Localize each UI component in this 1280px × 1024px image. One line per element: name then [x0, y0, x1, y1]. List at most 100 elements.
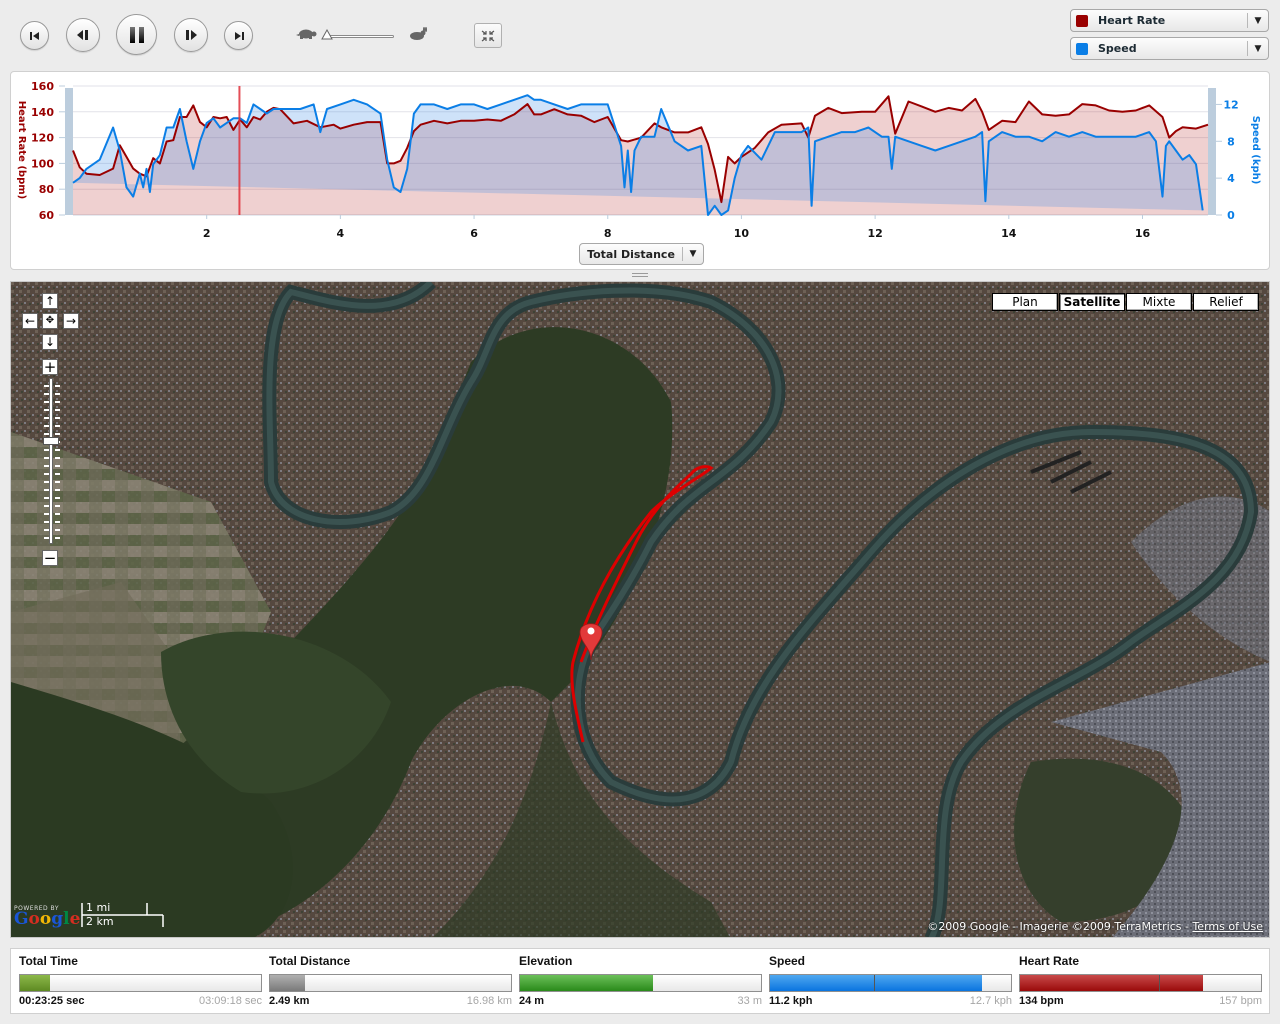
stat-total-distance: Total Distance 2.49 km 16.98 km — [269, 949, 512, 1015]
playback-speed-slider[interactable] — [296, 26, 436, 46]
heart-rate-swatch — [1076, 14, 1088, 27]
zoom-slider-rail[interactable] — [44, 378, 60, 544]
stat-progress-fill — [270, 975, 306, 991]
zoom-slider-thumb[interactable] — [43, 437, 59, 445]
collapse-icon — [481, 30, 495, 41]
y-left-tick-label: 140 — [31, 106, 54, 119]
google-letter: e — [69, 909, 81, 929]
zoom-tick — [44, 481, 60, 483]
pan-down-button[interactable]: ↓ — [42, 334, 58, 350]
google-logo[interactable]: POWERED BY Google — [14, 905, 81, 929]
zoom-tick — [44, 449, 60, 451]
stat-progress-bar[interactable] — [769, 974, 1012, 992]
speed-thumb[interactable] — [321, 29, 333, 40]
x-axis-select[interactable]: Total Distance ▼ — [579, 243, 704, 265]
x-tick-label: 4 — [337, 227, 345, 240]
zoom-tick — [44, 457, 60, 459]
zoom-tick — [44, 409, 60, 411]
zoom-tick — [44, 465, 60, 467]
x-tick-label: 16 — [1135, 227, 1151, 240]
x-tick-label: 12 — [867, 227, 882, 240]
stat-title: Total Time — [19, 954, 78, 968]
stat-progress-bar[interactable] — [1019, 974, 1262, 992]
heart-rate-speed-chart[interactable]: 60 80 100 120 140 160 0 4 8 12 Heart Rate (bpm) Spe… — [11, 72, 1271, 242]
stat-progress-fill — [1020, 975, 1204, 991]
x-tick-label: 6 — [470, 227, 478, 240]
pan-right-button[interactable]: → — [63, 313, 79, 329]
y-left-tick-label: 100 — [31, 157, 54, 170]
zoom-tick — [44, 433, 60, 435]
zoom-tick — [44, 537, 60, 539]
scale-km: 2 km — [86, 915, 114, 928]
stat-speed: Speed 11.2 kph 12.7 kph — [769, 949, 1012, 1015]
stat-progress-bar[interactable] — [269, 974, 512, 992]
google-letter: o — [39, 909, 52, 929]
google-letter: g — [51, 909, 64, 929]
zoom-tick — [44, 417, 60, 419]
zoom-tick — [44, 505, 60, 507]
zoom-tick — [44, 385, 60, 387]
pause-button[interactable] — [116, 14, 157, 55]
attribution-text: ©2009 Google - Imagerie ©2009 TerraMetri… — [927, 920, 1193, 933]
zoom-tick — [44, 393, 60, 395]
map-type-satellite[interactable]: Satellite — [1059, 293, 1125, 311]
step-forward-icon — [186, 30, 197, 40]
playback-toolbar: Heart Rate ▼ Speed ▼ — [0, 0, 1280, 70]
stat-current-value: 134 bpm — [1019, 995, 1064, 1007]
secondary-series-label: Speed — [1098, 42, 1137, 55]
stat-max-value: 33 m — [737, 995, 762, 1007]
google-letter: o — [28, 909, 40, 929]
zoom-tick — [44, 497, 60, 499]
y-right-axis-title: Speed (kph) — [1250, 116, 1261, 185]
x-tick-label: 2 — [203, 227, 211, 240]
stat-progress-bar[interactable] — [19, 974, 262, 992]
map-scale: 1 mi 2 km — [81, 901, 167, 928]
x-tick-label: 10 — [734, 227, 750, 240]
terms-of-use-link[interactable]: Terms of Use — [1192, 920, 1263, 933]
y-left-axis-title: Heart Rate (bpm) — [16, 101, 27, 199]
stat-average-marker — [873, 975, 875, 991]
map-type-relief[interactable]: Relief — [1193, 293, 1259, 311]
skip-to-start-button[interactable] — [20, 21, 49, 50]
stat-current-value: 11.2 kph — [769, 995, 813, 1007]
stat-heart-rate: Heart Rate 134 bpm 157 bpm — [1019, 949, 1262, 1015]
pan-left-button[interactable]: ← — [22, 313, 38, 329]
pan-center-button[interactable]: ✥ — [42, 313, 58, 329]
speed-track — [326, 35, 394, 38]
y-left-tick-label: 80 — [39, 183, 55, 196]
chevron-down-icon: ▼ — [1254, 15, 1262, 26]
panel-splitter[interactable] — [632, 273, 648, 279]
stat-title: Total Distance — [269, 954, 351, 968]
y-right-tick-label: 8 — [1227, 135, 1235, 148]
satellite-imagery — [11, 282, 1269, 937]
stat-elevation: Elevation 24 m 33 m — [519, 949, 762, 1015]
step-back-icon — [77, 30, 88, 40]
chevron-down-icon: ▼ — [689, 249, 697, 259]
y-left-tick-label: 160 — [31, 80, 54, 93]
map-type-mixte[interactable]: Mixte — [1126, 293, 1192, 311]
secondary-series-select[interactable]: Speed ▼ — [1070, 37, 1269, 60]
pan-up-button[interactable]: ↑ — [42, 293, 58, 309]
collapse-view-button[interactable] — [474, 23, 502, 48]
stat-max-value: 157 bpm — [1219, 995, 1262, 1007]
stat-current-value: 00:23:25 sec — [19, 995, 85, 1007]
x-axis-select-label: Total Distance — [587, 247, 675, 261]
skip-to-end-button[interactable] — [224, 21, 253, 50]
stat-progress-fill — [770, 975, 983, 991]
y-left-tick-label: 60 — [39, 209, 55, 222]
stat-progress-bar[interactable] — [519, 974, 762, 992]
x-tick-label: 14 — [1001, 227, 1017, 240]
zoom-tick — [44, 521, 60, 523]
google-letter: G — [14, 909, 29, 929]
map-type-plan[interactable]: Plan — [992, 293, 1058, 311]
step-forward-button[interactable] — [174, 18, 208, 52]
rabbit-icon — [410, 27, 427, 40]
chart-panel: 60 80 100 120 140 160 0 4 8 12 Heart Rate (bpm) Spe… — [10, 71, 1270, 270]
satellite-map[interactable]: ↑ ← ✥ → ↓ + − Plan Satellite Mixte Relie… — [10, 281, 1270, 938]
step-back-button[interactable] — [66, 18, 100, 52]
primary-series-select[interactable]: Heart Rate ▼ — [1070, 9, 1269, 32]
zoom-in-button[interactable]: + — [42, 359, 58, 375]
zoom-out-button[interactable]: − — [42, 550, 58, 566]
zoom-tick — [44, 473, 60, 475]
stat-average-marker — [1158, 975, 1160, 991]
